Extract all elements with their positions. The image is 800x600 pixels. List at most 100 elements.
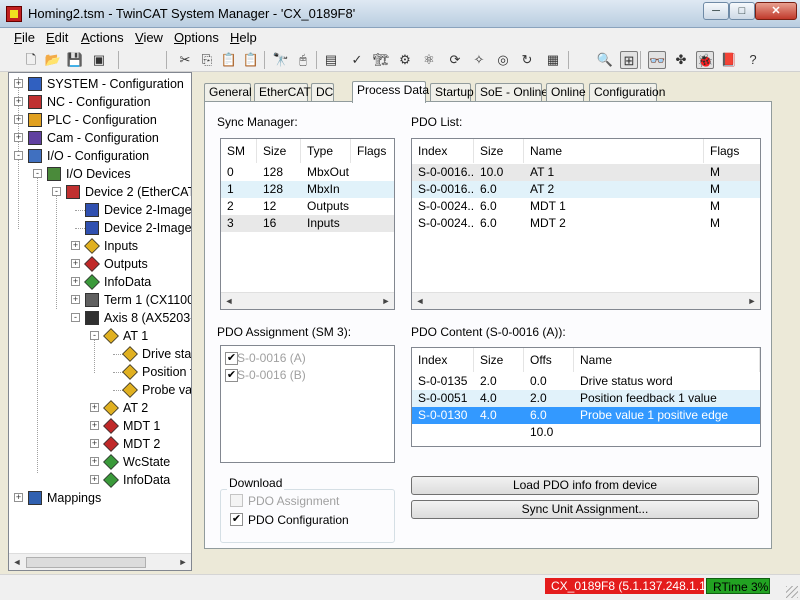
menu-file[interactable]: File bbox=[14, 30, 35, 45]
scrollbar-thumb[interactable] bbox=[26, 557, 146, 568]
expand-node-icon[interactable]: + bbox=[90, 475, 99, 484]
tab-ethercat[interactable]: EtherCAT bbox=[254, 83, 311, 102]
paste-with-links-icon[interactable]: 📋 bbox=[242, 51, 260, 69]
tree-node[interactable]: + WcState bbox=[9, 453, 191, 471]
expand-node-icon[interactable]: + bbox=[14, 115, 23, 124]
expand-node-icon[interactable]: + bbox=[90, 421, 99, 430]
tree-node[interactable]: Position feedback 1 value bbox=[9, 363, 191, 381]
mouse-icon[interactable]: 🖰 bbox=[294, 51, 312, 69]
expand-node-icon[interactable]: + bbox=[14, 133, 23, 142]
tree-node[interactable]: - I/O Devices bbox=[9, 165, 191, 183]
expand-node-icon[interactable]: + bbox=[71, 241, 80, 250]
save-as-icon[interactable]: ▣ bbox=[90, 51, 108, 69]
list-row[interactable]: S-0-0016... 10.0 AT 1 M bbox=[412, 164, 760, 181]
list-row[interactable]: 2 12 Outputs bbox=[221, 198, 394, 215]
sync-unit-assignment-button[interactable]: Sync Unit Assignment... bbox=[411, 500, 759, 519]
menu-actions[interactable]: Actions bbox=[81, 30, 124, 45]
generate-mappings-icon[interactable]: ▤ bbox=[322, 51, 340, 69]
minimize-button[interactable]: ─ bbox=[703, 2, 729, 20]
help-icon[interactable]: ? bbox=[744, 51, 762, 69]
menu-edit[interactable]: Edit bbox=[46, 30, 68, 45]
column-header[interactable]: Name bbox=[574, 348, 760, 372]
column-header[interactable]: Name bbox=[524, 139, 704, 163]
find-next-icon[interactable]: 🔍 bbox=[596, 51, 614, 69]
title-bar[interactable]: Homing2.tsm - TwinCAT System Manager - '… bbox=[0, 0, 800, 28]
list-row[interactable]: S-0-0024... 6.0 MDT 2 M bbox=[412, 215, 760, 232]
collapse-node-icon[interactable]: - bbox=[33, 169, 42, 178]
list-horizontal-scrollbar[interactable]: ◄ ► bbox=[221, 292, 394, 309]
check-configuration-icon[interactable]: ✓ bbox=[348, 51, 366, 69]
glasses-icon[interactable]: 👓 bbox=[648, 51, 666, 69]
cut-icon[interactable]: ✂ bbox=[176, 51, 194, 69]
list-horizontal-scrollbar[interactable]: ◄ ► bbox=[412, 292, 760, 309]
download-pdo-configuration-checkbox[interactable]: ✔ bbox=[230, 513, 243, 526]
new-file-icon[interactable]: 🗋 bbox=[22, 51, 40, 69]
collapse-node-icon[interactable]: - bbox=[90, 331, 99, 340]
column-header[interactable]: Size bbox=[474, 348, 524, 372]
expand-node-icon[interactable]: + bbox=[14, 97, 23, 106]
tree-node[interactable]: Device 2-Image bbox=[9, 201, 191, 219]
menu-view[interactable]: View bbox=[135, 30, 163, 45]
column-header[interactable]: Size bbox=[474, 139, 524, 163]
tree-node[interactable]: + Cam - Configuration bbox=[9, 129, 191, 147]
pdo-content-list[interactable]: Index Size Offs Name S-0-0135 2.0 0.0 Drive sta… bbox=[411, 347, 761, 447]
list-row[interactable]: S-0-0024... 6.0 MDT 1 M bbox=[412, 198, 760, 215]
expand-node-icon[interactable]: + bbox=[14, 493, 23, 502]
scroll-right-arrow-icon[interactable]: ► bbox=[744, 293, 760, 309]
activate-configuration-icon[interactable]: 🏗 bbox=[372, 51, 390, 69]
list-row[interactable]: 0 128 MbxOut bbox=[221, 164, 394, 181]
tab-soe-online[interactable]: SoE - Online bbox=[475, 83, 548, 102]
column-header[interactable]: SM bbox=[221, 139, 257, 163]
menu-options[interactable]: Options bbox=[174, 30, 219, 45]
column-header[interactable]: Flags bbox=[704, 139, 760, 163]
list-row[interactable]: 10.0 bbox=[412, 424, 760, 441]
plant-icon[interactable]: ✤ bbox=[672, 51, 690, 69]
scroll-left-arrow-icon[interactable]: ◄ bbox=[9, 554, 25, 570]
expand-node-icon[interactable]: + bbox=[71, 277, 80, 286]
tree-node[interactable]: Drive status word bbox=[9, 345, 191, 363]
list-row[interactable]: S-0-0130 4.0 6.0 Probe value 1 positive edg… bbox=[412, 407, 760, 424]
collapse-node-icon[interactable]: - bbox=[71, 313, 80, 322]
reload-devices-icon[interactable]: ⟳ bbox=[446, 51, 464, 69]
tab-startup[interactable]: Startup bbox=[430, 83, 474, 102]
list-row[interactable]: S-0-0135 2.0 0.0 Drive status word bbox=[412, 373, 760, 390]
expand-node-icon[interactable]: + bbox=[71, 295, 80, 304]
column-header[interactable]: Flags bbox=[351, 139, 394, 163]
list-row[interactable]: 3 16 Inputs bbox=[221, 215, 394, 232]
scroll-right-arrow-icon[interactable]: ► bbox=[175, 554, 191, 570]
tree-node[interactable]: + AT 2 bbox=[9, 399, 191, 417]
pdo-assignment-list[interactable]: ✔ S-0-0016 (A) ✔ S-0-0016 (B) bbox=[220, 345, 395, 463]
target-system-status[interactable]: CX_0189F8 (5.1.137.248.1.1) bbox=[545, 578, 710, 594]
column-header[interactable]: Type bbox=[301, 139, 351, 163]
tree-node[interactable]: - Device 2 (EtherCAT) bbox=[9, 183, 191, 201]
tree-node[interactable]: + MDT 1 bbox=[9, 417, 191, 435]
expand-node-icon[interactable]: + bbox=[90, 403, 99, 412]
tree-node[interactable]: + MDT 2 bbox=[9, 435, 191, 453]
sync-manager-list[interactable]: SM Size Type Flags 0 128 MbxOut 1 128 MbxIn 2 12 Out… bbox=[220, 138, 395, 310]
tree-node[interactable]: + Term 1 (CX1100-0004) bbox=[9, 291, 191, 309]
tree-node[interactable]: + NC - Configuration bbox=[9, 93, 191, 111]
column-header[interactable]: Offs bbox=[524, 348, 574, 372]
menu-help[interactable]: Help bbox=[230, 30, 257, 45]
show-sub-items-icon[interactable]: ⊞ bbox=[620, 51, 638, 69]
column-header[interactable]: Index bbox=[412, 139, 474, 163]
scroll-left-arrow-icon[interactable]: ◄ bbox=[221, 293, 237, 309]
tree-node[interactable]: Probe value 1 positive edge bbox=[9, 381, 191, 399]
stop-icon[interactable]: ↻ bbox=[518, 51, 536, 69]
scroll-left-arrow-icon[interactable]: ◄ bbox=[412, 293, 428, 309]
save-icon[interactable]: 💾 bbox=[66, 51, 84, 69]
tab-configuration[interactable]: Configuration bbox=[589, 83, 665, 102]
close-button[interactable]: ✕ bbox=[755, 2, 797, 20]
set-config-mode-icon[interactable]: ⚛ bbox=[420, 51, 438, 69]
realtime-usage-status[interactable]: RTime 3% bbox=[706, 578, 770, 594]
tree-node[interactable]: + PLC - Configuration bbox=[9, 111, 191, 129]
open-folder-icon[interactable]: 📂 bbox=[44, 51, 62, 69]
expand-node-icon[interactable]: + bbox=[90, 439, 99, 448]
column-header[interactable]: Size bbox=[257, 139, 301, 163]
expand-node-icon[interactable]: + bbox=[14, 79, 23, 88]
twincat-app-icon[interactable] bbox=[6, 6, 22, 22]
find-icon[interactable]: 🔭 bbox=[272, 51, 290, 69]
tree-horizontal-scrollbar[interactable]: ◄ ► bbox=[9, 553, 191, 570]
tree-node[interactable]: + InfoData bbox=[9, 471, 191, 489]
tree-node[interactable]: Device 2-Image-Info bbox=[9, 219, 191, 237]
